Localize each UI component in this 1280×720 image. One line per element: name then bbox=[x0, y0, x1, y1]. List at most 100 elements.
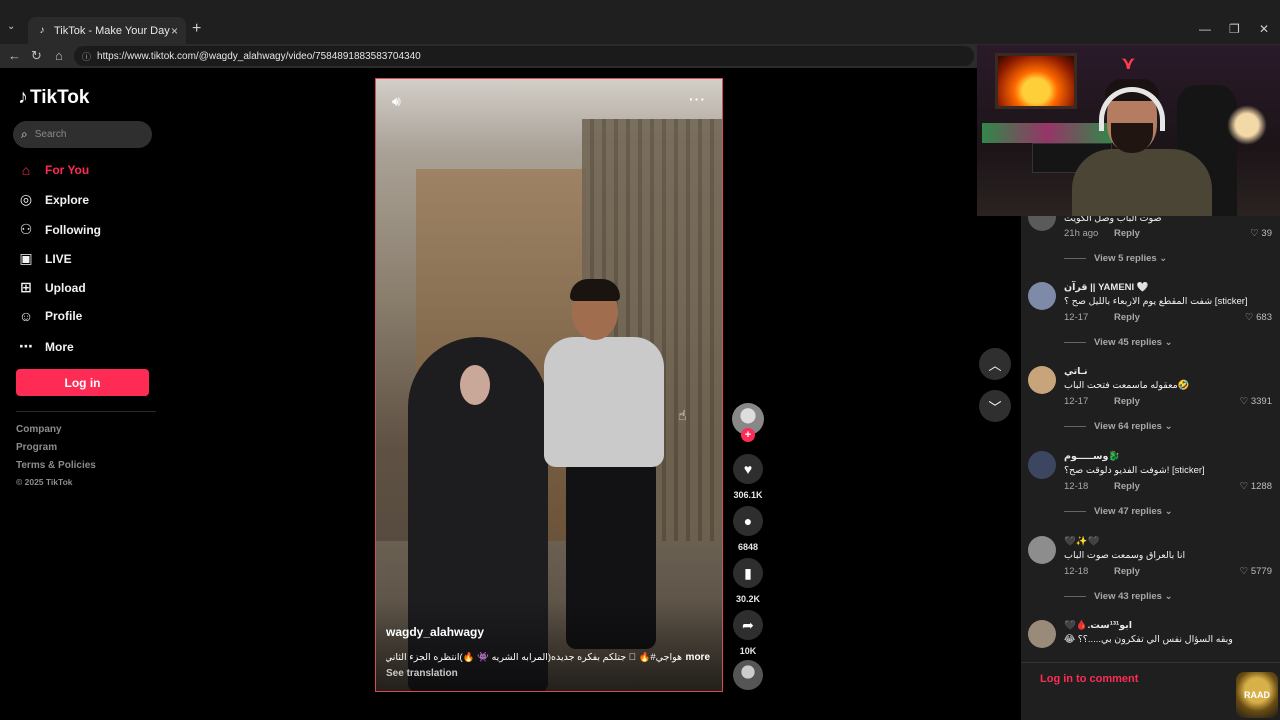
nav-item-following[interactable]: ⚇ Following bbox=[18, 221, 101, 238]
back-arrow-icon[interactable]: ← bbox=[8, 48, 21, 63]
bookmark-icon: ▮ bbox=[744, 564, 752, 581]
follow-plus-button[interactable]: + bbox=[741, 428, 755, 442]
comment-date: 21h ago bbox=[1064, 228, 1099, 239]
new-tab-button[interactable]: + bbox=[192, 20, 201, 38]
view-replies-link[interactable]: View 5 replies ⌄ bbox=[1064, 253, 1167, 264]
music-disc-icon[interactable] bbox=[733, 660, 763, 690]
footer-link-terms[interactable]: Terms & Policies bbox=[16, 460, 96, 471]
comment-reply-link[interactable]: Reply bbox=[1114, 312, 1140, 323]
comment-button[interactable]: ● bbox=[733, 506, 763, 536]
comment-date: 12-17 bbox=[1064, 312, 1089, 323]
comment-text: شوفت الفديو دلوقت صح؟! [sticker] bbox=[1064, 465, 1205, 476]
nav-item-more[interactable]: ⋯ More bbox=[18, 338, 74, 355]
like-button[interactable]: ♥ bbox=[733, 454, 763, 484]
comment-like-count[interactable]: ♡ 3391 bbox=[1240, 396, 1272, 407]
save-button[interactable]: ▮ bbox=[733, 558, 763, 588]
neon-logo-icon: ⋎ bbox=[1121, 53, 1136, 73]
view-replies-link[interactable]: View 45 replies ⌄ bbox=[1064, 337, 1173, 348]
comment-item: نـاتي معقوله ماسمعت فتحت الباب🤣 12-17 Re… bbox=[1028, 366, 1278, 436]
next-video-button[interactable]: ﹀ bbox=[979, 390, 1011, 422]
comment-reply-link[interactable]: Reply bbox=[1114, 396, 1140, 407]
share-count: 10K bbox=[739, 646, 757, 656]
comment-item: 🖤🩸.ابو¹³¹ست 😂 وبقه السؤال نفس الي تفكرون… bbox=[1028, 620, 1278, 656]
more-options-icon[interactable]: ··· bbox=[689, 91, 706, 107]
footer-link-company[interactable]: Company bbox=[16, 424, 62, 435]
view-replies-link[interactable]: View 43 replies ⌄ bbox=[1064, 591, 1173, 602]
comment-text: شفت المقطع يوم الاربعاء بالليل صح ؟ [sti… bbox=[1064, 296, 1248, 307]
like-number: 3391 bbox=[1250, 396, 1272, 407]
comment-reply-link[interactable]: Reply bbox=[1114, 566, 1140, 577]
comment-bubble-icon: ● bbox=[743, 513, 753, 529]
comment-like-count[interactable]: ♡ 39 bbox=[1250, 228, 1272, 239]
comment-username[interactable]: قرآن || YAMENI 🤍 bbox=[1064, 282, 1149, 293]
brand-name: TikTok bbox=[30, 86, 90, 108]
comment-reply-link[interactable]: Reply bbox=[1114, 481, 1140, 492]
tiktok-logo[interactable]: ♪ TikTok bbox=[18, 86, 89, 109]
comment-text: معقوله ماسمعت فتحت الباب🤣 bbox=[1064, 380, 1190, 391]
close-tab-icon[interactable]: × bbox=[171, 24, 178, 38]
volume-icon[interactable]: 🔊︎ bbox=[392, 93, 401, 110]
search-placeholder: Search bbox=[34, 129, 67, 140]
chevron-down-icon: ﹀ bbox=[988, 399, 1002, 415]
comment-like-count[interactable]: ♡ 5779 bbox=[1240, 566, 1272, 577]
comment-avatar[interactable] bbox=[1028, 282, 1056, 310]
nav-item-explore[interactable]: ◎ Explore bbox=[18, 191, 89, 208]
url-field[interactable]: ⓘ https://www.tiktok.com/@wagdy_alahwagy… bbox=[74, 46, 974, 66]
login-button[interactable]: Log in bbox=[16, 369, 149, 396]
share-button[interactable]: ➦ bbox=[733, 610, 763, 640]
comment-item: 🖤✨🖤 انا بالعراق وسمعت صوت الباب 12-18 Re… bbox=[1028, 536, 1278, 606]
more-dots-icon: ⋯ bbox=[19, 338, 33, 354]
view-replies-label: View 64 replies bbox=[1094, 421, 1162, 432]
comment-like-count[interactable]: ♡ 1288 bbox=[1240, 481, 1272, 492]
tab-list-chevron-icon[interactable]: ⌄ bbox=[7, 21, 15, 32]
comment-date: 12-18 bbox=[1064, 481, 1089, 492]
like-number: 5779 bbox=[1250, 566, 1272, 577]
nav-item-upload[interactable]: ⊞ Upload bbox=[18, 279, 86, 296]
save-count: 30.2K bbox=[735, 594, 761, 604]
maximize-window-button[interactable]: ❐ bbox=[1229, 22, 1240, 36]
previous-video-button[interactable]: ︿ bbox=[979, 348, 1011, 380]
video-author-username[interactable]: wagdy_alahwagy bbox=[386, 625, 484, 639]
badge-text: RAAD bbox=[1244, 690, 1270, 700]
comment-like-count[interactable]: ♡ 683 bbox=[1245, 312, 1272, 323]
see-translation-link[interactable]: See translation bbox=[386, 668, 458, 679]
minimize-window-button[interactable]: — bbox=[1199, 22, 1211, 36]
search-input[interactable]: ⌕ Search bbox=[13, 121, 152, 148]
close-window-button[interactable]: ✕ bbox=[1259, 22, 1269, 36]
comment-username[interactable]: نـاتي bbox=[1064, 366, 1088, 377]
comment-username[interactable]: وســـــوم🐉 bbox=[1064, 451, 1120, 462]
home-icon[interactable]: ⌂ bbox=[55, 48, 63, 63]
nav-label: Following bbox=[45, 222, 101, 237]
comment-avatar[interactable] bbox=[1028, 451, 1056, 479]
upload-icon: ⊞ bbox=[20, 279, 32, 295]
search-icon: ⌕ bbox=[21, 127, 28, 141]
comment-username[interactable]: 🖤✨🖤 bbox=[1064, 536, 1100, 547]
login-to-comment-link[interactable]: Log in to comment bbox=[1040, 673, 1138, 685]
nav-label: Profile bbox=[45, 309, 83, 323]
nav-label: For You bbox=[45, 163, 90, 177]
comment-item: وســـــوم🐉 شوفت الفديو دلوقت صح؟! [stick… bbox=[1028, 451, 1278, 521]
comment-avatar[interactable] bbox=[1028, 536, 1056, 564]
nav-item-profile[interactable]: ☺ Profile bbox=[18, 308, 83, 324]
lamp-glow bbox=[1227, 105, 1267, 145]
view-replies-link[interactable]: View 64 replies ⌄ bbox=[1064, 421, 1173, 432]
reload-icon[interactable]: ↻ bbox=[31, 48, 42, 64]
caption-more-link[interactable]: more bbox=[686, 652, 710, 663]
site-info-icon[interactable]: ⓘ bbox=[82, 50, 91, 63]
tiktok-favicon-icon: ♪ bbox=[39, 25, 45, 36]
footer-link-program[interactable]: Program bbox=[16, 442, 57, 453]
comment-avatar[interactable] bbox=[1028, 366, 1056, 394]
comment-avatar[interactable] bbox=[1028, 620, 1056, 648]
nav-item-live[interactable]: ▣ LIVE bbox=[18, 250, 71, 267]
view-replies-label: View 45 replies bbox=[1094, 337, 1162, 348]
comment-reply-link[interactable]: Reply bbox=[1114, 228, 1140, 239]
nav-label: Explore bbox=[45, 192, 90, 207]
video-player[interactable]: 🔊︎ ··· wagdy_alahwagy هواجي#🔥 🏾 جتلكم بف… bbox=[375, 78, 723, 692]
comment-username[interactable]: 🖤🩸.ابو¹³¹ست bbox=[1064, 620, 1132, 631]
view-replies-label: View 43 replies bbox=[1094, 591, 1162, 602]
nav-item-for-you[interactable]: ⌂ For You bbox=[18, 162, 89, 178]
fireplace-screen bbox=[995, 53, 1077, 109]
like-number: 39 bbox=[1261, 228, 1272, 239]
browser-tab[interactable]: ♪ TikTok - Make Your Day × bbox=[28, 17, 186, 44]
view-replies-link[interactable]: View 47 replies ⌄ bbox=[1064, 506, 1173, 517]
